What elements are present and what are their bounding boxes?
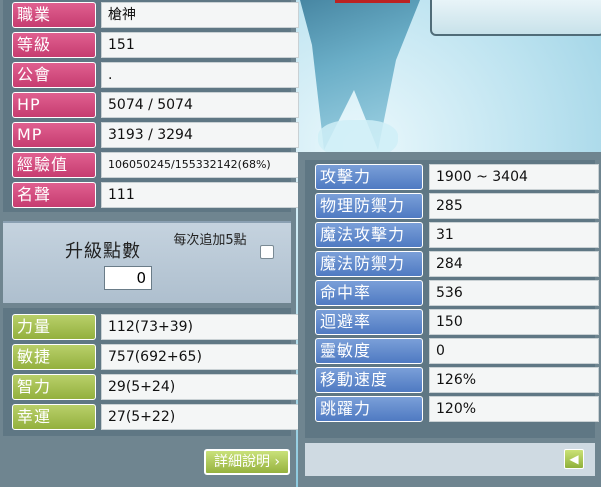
- label: 迴避率: [315, 309, 423, 335]
- ability-points-title: 升級點數: [65, 241, 141, 262]
- value: 285: [429, 193, 599, 219]
- value: 120%: [429, 396, 599, 422]
- value: 0: [429, 338, 599, 364]
- value: 29(5+24): [101, 374, 299, 400]
- label: 魔法防禦力: [315, 251, 423, 277]
- character-info-section: 職業 槍神 等級 151 公會 . HP 5074 / 5074 MP 3193…: [3, 0, 299, 212]
- label: 命中率: [315, 280, 423, 306]
- detail-footer: [305, 443, 595, 476]
- value: 106050245/155332142(68%): [101, 152, 299, 178]
- label: 職業: [12, 2, 96, 28]
- value: 3193 / 3294: [101, 122, 299, 148]
- label: HP: [12, 92, 96, 118]
- base-stats-section: 力量 112(73+39) 敏捷 757(692+65) 智力 29(5+24)…: [3, 308, 299, 436]
- collapse-arrow-icon[interactable]: ◀: [564, 449, 584, 469]
- value: 槍神: [101, 2, 299, 28]
- value: 31: [429, 222, 599, 248]
- top-right-window: [430, 0, 601, 36]
- label: 移動速度: [315, 367, 423, 393]
- detail-button-label: 詳細說明: [213, 454, 270, 470]
- ability-points-section: 升級點數 0 每次追加5點: [3, 221, 291, 303]
- value: 757(692+65): [101, 344, 299, 370]
- label: 名聲: [12, 182, 96, 208]
- auto-assign-checkbox[interactable]: [260, 245, 274, 259]
- label: 力量: [12, 314, 96, 340]
- red-bar: [335, 0, 410, 3]
- value: 112(73+39): [101, 314, 299, 340]
- auto-assign-label: 每次追加5點: [173, 233, 247, 248]
- value: 284: [429, 251, 599, 277]
- value: 27(5+22): [101, 404, 299, 430]
- detail-stats-section: 攻擊力 1900 ~ 3404 物理防禦力 285 魔法攻擊力 31 魔法防禦力…: [305, 160, 599, 438]
- value: 111: [101, 182, 299, 208]
- label: MP: [12, 122, 96, 148]
- value: .: [101, 62, 299, 88]
- value: 126%: [429, 367, 599, 393]
- label: 等級: [12, 32, 96, 58]
- detail-stat-window: 攻擊力 1900 ~ 3404 物理防禦力 285 魔法攻擊力 31 魔法防禦力…: [298, 152, 601, 487]
- value: 536: [429, 280, 599, 306]
- chevron-right-icon: ›: [269, 454, 281, 470]
- value: 1900 ~ 3404: [429, 164, 599, 190]
- label: 跳躍力: [315, 396, 423, 422]
- character-stat-window: 職業 槍神 等級 151 公會 . HP 5074 / 5074 MP 3193…: [0, 0, 299, 487]
- label: 公會: [12, 62, 96, 88]
- value: 151: [101, 32, 299, 58]
- label: 經驗值: [12, 152, 96, 178]
- value: 5074 / 5074: [101, 92, 299, 118]
- label: 靈敏度: [315, 338, 423, 364]
- label: 攻擊力: [315, 164, 423, 190]
- ability-points-value: 0: [104, 266, 152, 290]
- label: 智力: [12, 374, 96, 400]
- value: 150: [429, 309, 599, 335]
- label: 幸運: [12, 404, 96, 430]
- detail-button[interactable]: 詳細說明 ›: [204, 449, 290, 475]
- label: 物理防禦力: [315, 193, 423, 219]
- label: 敏捷: [12, 344, 96, 370]
- label: 魔法攻擊力: [315, 222, 423, 248]
